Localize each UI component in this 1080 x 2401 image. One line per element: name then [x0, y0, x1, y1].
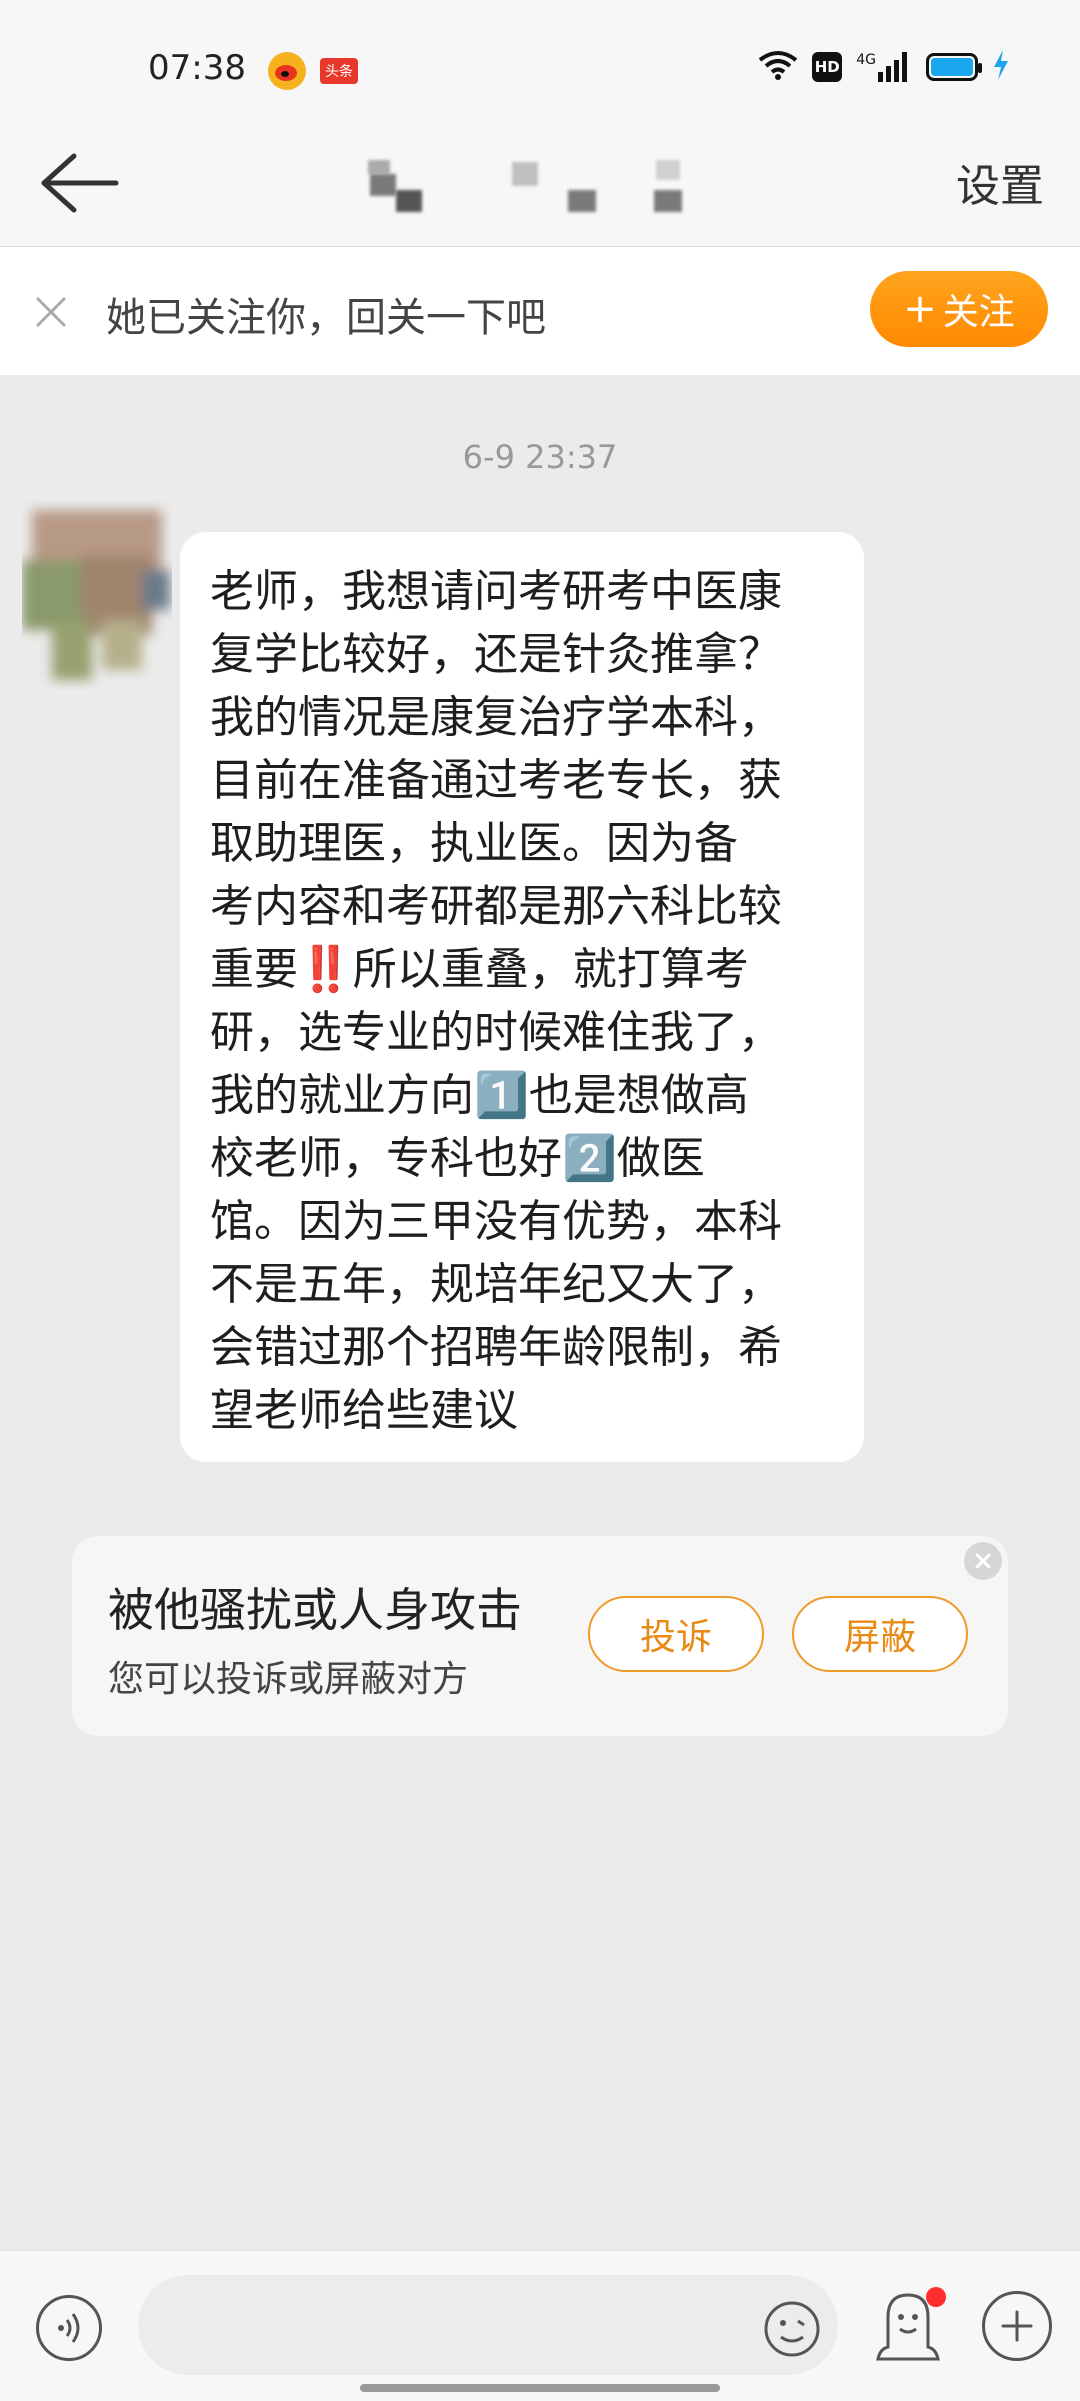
contact-name-redacted	[340, 140, 730, 220]
follow-back-text: 她已关注你，回关一下吧	[106, 295, 546, 341]
message-timestamp: 6-9 23:37	[462, 438, 618, 476]
notification-dot	[926, 2287, 946, 2307]
block-button[interactable]: 屏蔽	[792, 1596, 968, 1672]
toutiao-icon: 头条	[320, 58, 358, 84]
home-indicator[interactable]	[360, 2384, 720, 2392]
avatar[interactable]	[22, 500, 172, 690]
weibo-icon	[268, 52, 306, 90]
signal-icon: 4G	[856, 52, 912, 82]
message-input[interactable]	[138, 2275, 838, 2375]
follow-button-label: 关注	[942, 292, 1015, 333]
report-button[interactable]: 投诉	[588, 1596, 764, 1672]
add-button[interactable]	[982, 2291, 1052, 2361]
chat-header: 设置	[0, 120, 1080, 247]
follow-back-banner: 她已关注你，回关一下吧 + 关注	[0, 247, 1080, 375]
plus-icon: +	[903, 286, 937, 332]
card-subtitle: 您可以投诉或屏蔽对方	[108, 1659, 469, 1700]
follow-button[interactable]: + 关注	[870, 271, 1048, 347]
emoji-icon[interactable]	[762, 2299, 822, 2359]
input-bar	[0, 2250, 1080, 2401]
hd-icon: HD	[812, 52, 843, 82]
charging-icon	[992, 50, 1010, 84]
network-label: 4G	[856, 52, 876, 68]
battery-icon	[926, 53, 982, 81]
card-title: 被他骚扰或人身攻击	[108, 1583, 522, 1637]
status-bar: 07:38 头条 HD 4G	[0, 0, 1080, 140]
back-button[interactable]	[36, 148, 120, 218]
wifi-icon	[758, 50, 798, 84]
message-bubble[interactable]: 老师，我想请问考研考中医康 复学比较好，还是针灸推拿？ 我的情况是康复治疗学本科…	[180, 532, 864, 1462]
close-icon[interactable]	[28, 289, 74, 335]
settings-button[interactable]: 设置	[956, 150, 1044, 214]
close-card-icon[interactable]	[964, 1542, 1002, 1580]
voice-input-button[interactable]	[36, 2295, 102, 2361]
message-text: 老师，我想请问考研考中医康 复学比较好，还是针灸推拿？ 我的情况是康复治疗学本科…	[210, 566, 782, 1436]
status-time: 07:38	[148, 48, 246, 88]
harassment-report-card: 被他骚扰或人身攻击 您可以投诉或屏蔽对方 投诉 屏蔽	[72, 1536, 1008, 1736]
